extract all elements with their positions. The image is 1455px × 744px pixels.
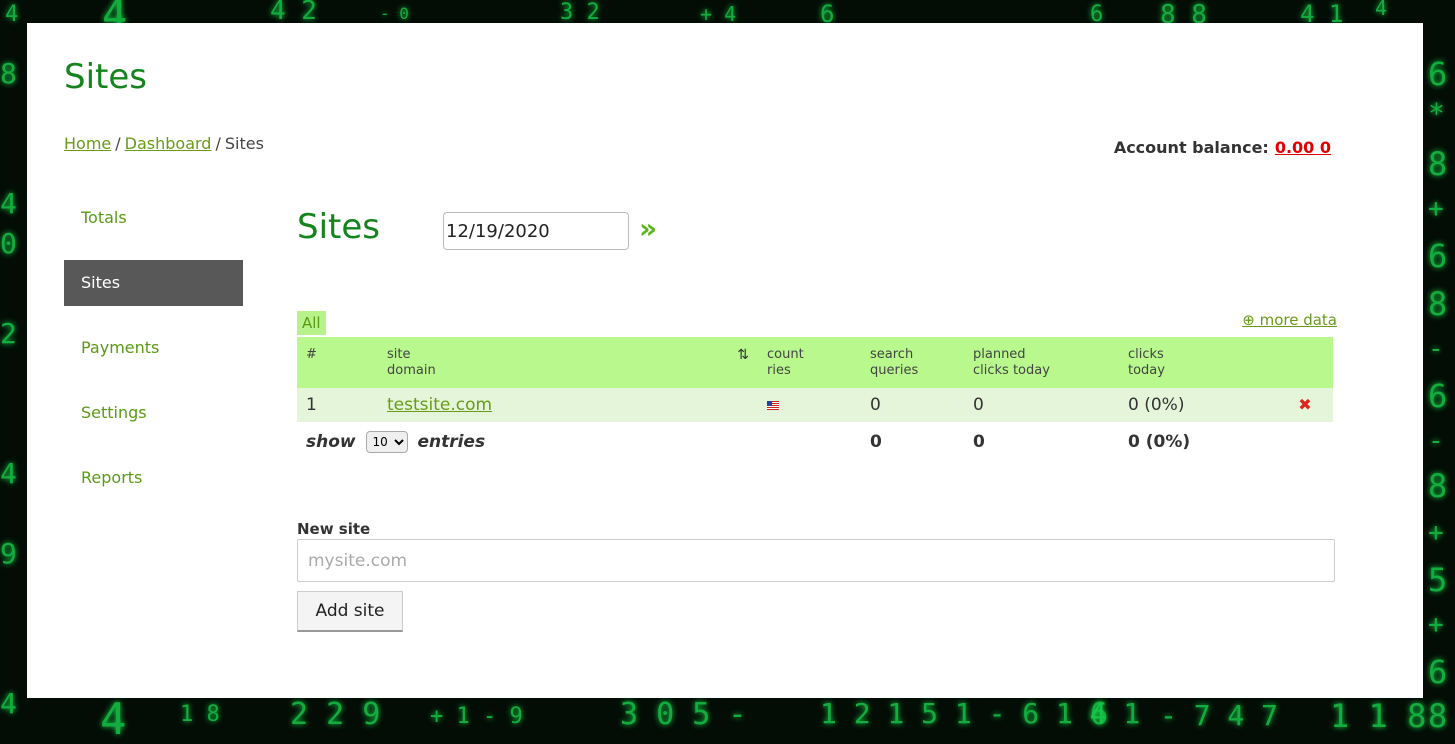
table-footer-row: show 10 entries 0 0 0 (0%) [297, 422, 1333, 460]
sidebar-item-sites[interactable]: Sites [64, 260, 243, 306]
us-flag-icon [767, 400, 779, 410]
column-header-search-queries[interactable]: search queries [861, 337, 964, 388]
main-content: Sites » All ⊕ more data # ⇅ sitedomain c… [297, 207, 1337, 632]
column-header-planned-clicks[interactable]: planned clicks today [964, 337, 1119, 388]
new-site-input[interactable] [297, 539, 1335, 582]
planned-clicks-total: 0 [973, 432, 985, 452]
sidebar-item-reports[interactable]: Reports [64, 455, 243, 501]
column-label: planned clicks today [973, 347, 1050, 378]
footer-empty-cell [1277, 422, 1333, 460]
delete-icon[interactable]: ✖ [1298, 395, 1311, 414]
breadcrumb-current: Sites [224, 134, 264, 153]
clicks-today-cell: 0 (0%) [1119, 388, 1277, 422]
breadcrumb-separator: / [215, 134, 221, 153]
column-header-countries[interactable]: count ries [758, 337, 861, 388]
column-header-site-domain[interactable]: ⇅ site domain [378, 337, 758, 388]
breadcrumb-separator: / [115, 134, 121, 153]
planned-clicks-cell: 0 [964, 388, 1119, 422]
show-entries: show 10 entries [297, 422, 861, 460]
sidebar: Totals Sites Payments Settings Reports [64, 195, 243, 520]
main-card: Sites Home / Dashboard / Sites Account balan… [27, 23, 1423, 698]
add-site-button[interactable]: Add site [297, 591, 403, 632]
filter-row: All ⊕ more data [297, 311, 1337, 337]
account-balance-label: Account balance: [1113, 138, 1269, 157]
column-label: count ries [767, 347, 804, 378]
date-input[interactable] [443, 212, 629, 250]
account-balance-value[interactable]: 0.00 0 [1275, 138, 1331, 157]
entries-select[interactable]: 10 [365, 431, 408, 453]
section-title: Sites [297, 207, 380, 247]
sidebar-item-payments[interactable]: Payments [64, 325, 243, 371]
more-data-link[interactable]: ⊕ more data [1242, 311, 1337, 329]
search-queries-total: 0 [870, 432, 882, 452]
sidebar-item-settings[interactable]: Settings [64, 390, 243, 436]
table-header-row: # ⇅ site domain count ries search queries p… [297, 337, 1333, 388]
sites-table: # ⇅ site domain count ries search queries p… [297, 337, 1333, 460]
show-label: show [306, 432, 356, 452]
new-site-label: New site [297, 520, 371, 538]
column-header-number[interactable]: # [297, 337, 378, 388]
clicks-today-total: 0 (0%) [1128, 432, 1191, 452]
account-balance: Account balance: 0.00 0 [1114, 138, 1331, 157]
page-title: Sites [64, 57, 147, 97]
column-header-actions [1277, 337, 1333, 388]
new-site-form: New site Add site [297, 520, 1337, 632]
column-header-clicks-today[interactable]: clicks today [1119, 337, 1277, 388]
breadcrumb-home-link[interactable]: Home [64, 134, 111, 153]
column-label: clicks today [1128, 347, 1165, 378]
filter-all-tab[interactable]: All [297, 311, 326, 335]
main-header: Sites » [297, 207, 1337, 257]
column-label: # [306, 347, 317, 362]
column-label: site domain [387, 347, 436, 378]
search-queries-cell: 0 [861, 388, 964, 422]
row-number: 1 [297, 388, 378, 422]
breadcrumb-dashboard-link[interactable]: Dashboard [125, 134, 212, 153]
column-label: search queries [870, 347, 919, 378]
table-row: 1 testsite.com 0 0 0 (0%) ✖ [297, 388, 1333, 422]
breadcrumb: Home / Dashboard / Sites [64, 134, 264, 153]
entries-label: entries [417, 432, 486, 452]
site-domain-link[interactable]: testsite.com [387, 395, 492, 415]
sidebar-item-totals[interactable]: Totals [64, 195, 243, 241]
sort-icon[interactable]: ⇅ [737, 347, 749, 363]
double-chevron-right-icon[interactable]: » [639, 215, 657, 243]
